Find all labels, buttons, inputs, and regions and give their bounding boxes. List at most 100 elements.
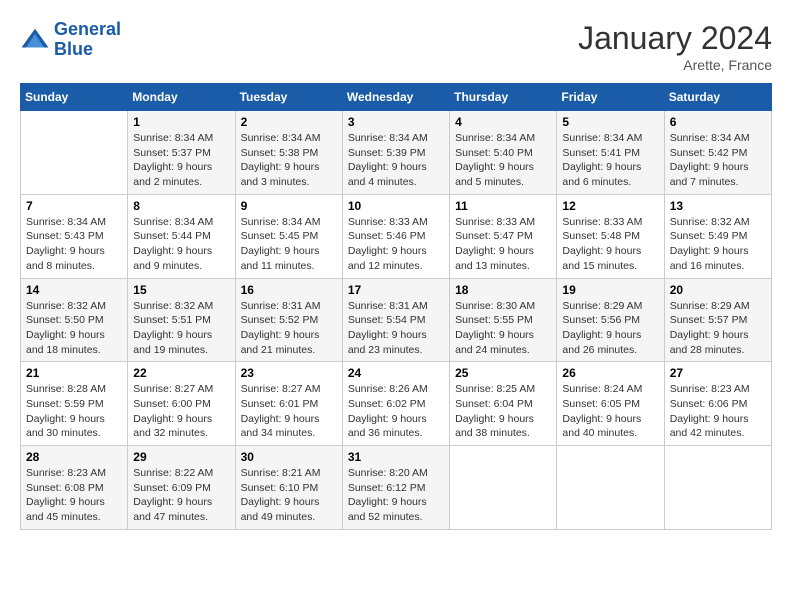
title-block: January 2024 Arette, France	[578, 20, 772, 73]
day-number: 5	[562, 115, 658, 129]
month-title: January 2024	[578, 20, 772, 57]
day-cell: 25 Sunrise: 8:25 AMSunset: 6:04 PMDayligh…	[450, 362, 557, 446]
day-info: Sunrise: 8:27 AMSunset: 6:00 PMDaylight:…	[133, 382, 229, 441]
day-cell: 23Sunrise: 8:27 AMSunset: 6:01 PMDayligh…	[235, 362, 342, 446]
day-cell: 19 Sunrise: 8:29 AMSunset: 5:56 PMDayligh…	[557, 278, 664, 362]
calendar-body: 1 Sunrise: 8:34 AMSunset: 5:37 PMDaylight…	[21, 111, 772, 530]
day-cell	[557, 446, 664, 530]
week-row-2: 7 Sunrise: 8:34 AMSunset: 5:43 PMDaylight…	[21, 194, 772, 278]
day-number: 27	[670, 366, 766, 380]
day-number: 28	[26, 450, 122, 464]
day-info: Sunrise: 8:31 AMSunset: 5:54 PMDaylight:…	[348, 299, 444, 358]
day-info: Sunrise: 8:26 AMSunset: 6:02 PMDaylight:…	[348, 382, 444, 441]
day-info: Sunrise: 8:32 AMSunset: 5:49 PMDaylight:…	[670, 215, 766, 274]
calendar-table: SundayMondayTuesdayWednesdayThursdayFrid…	[20, 83, 772, 530]
day-cell: 26 Sunrise: 8:24 AMSunset: 6:05 PMDayligh…	[557, 362, 664, 446]
day-number: 26	[562, 366, 658, 380]
logo-text: General Blue	[54, 20, 121, 60]
day-cell: 8 Sunrise: 8:34 AMSunset: 5:44 PMDaylight…	[128, 194, 235, 278]
day-number: 6	[670, 115, 766, 129]
day-cell	[21, 111, 128, 195]
day-cell: 3 Sunrise: 8:34 AMSunset: 5:39 PMDaylight…	[342, 111, 449, 195]
day-cell: 28 Sunrise: 8:23 AMSunset: 6:08 PMDayligh…	[21, 446, 128, 530]
day-number: 21	[26, 366, 122, 380]
day-info: Sunrise: 8:27 AMSunset: 6:01 PMDaylight:…	[241, 382, 337, 441]
header-cell-monday: Monday	[128, 84, 235, 111]
day-number: 4	[455, 115, 551, 129]
day-cell: 31Sunrise: 8:20 AMSunset: 6:12 PMDayligh…	[342, 446, 449, 530]
day-number: 19	[562, 283, 658, 297]
day-number: 20	[670, 283, 766, 297]
day-info: Sunrise: 8:34 AMSunset: 5:37 PMDaylight:…	[133, 131, 229, 190]
day-number: 15	[133, 283, 229, 297]
day-cell: 30 Sunrise: 8:21 AMSunset: 6:10 PMDayligh…	[235, 446, 342, 530]
day-info: Sunrise: 8:34 AMSunset: 5:41 PMDaylight:…	[562, 131, 658, 190]
day-number: 9	[241, 199, 337, 213]
day-info: Sunrise: 8:33 AMSunset: 5:47 PMDaylight:…	[455, 215, 551, 274]
day-info: Sunrise: 8:31 AMSunset: 5:52 PMDaylight:…	[241, 299, 337, 358]
header-cell-thursday: Thursday	[450, 84, 557, 111]
day-number: 1	[133, 115, 229, 129]
header-cell-friday: Friday	[557, 84, 664, 111]
day-info: Sunrise: 8:34 AMSunset: 5:39 PMDaylight:…	[348, 131, 444, 190]
day-cell: 10 Sunrise: 8:33 AMSunset: 5:46 PMDayligh…	[342, 194, 449, 278]
day-info: Sunrise: 8:25 AMSunset: 6:04 PMDaylight:…	[455, 382, 551, 441]
day-number: 7	[26, 199, 122, 213]
day-info: Sunrise: 8:21 AMSunset: 6:10 PMDaylight:…	[241, 466, 337, 525]
day-number: 30	[241, 450, 337, 464]
day-cell: 11 Sunrise: 8:33 AMSunset: 5:47 PMDayligh…	[450, 194, 557, 278]
day-info: Sunrise: 8:23 AMSunset: 6:06 PMDaylight:…	[670, 382, 766, 441]
day-info: Sunrise: 8:32 AMSunset: 5:50 PMDaylight:…	[26, 299, 122, 358]
day-info: Sunrise: 8:22 AMSunset: 6:09 PMDaylight:…	[133, 466, 229, 525]
day-info: Sunrise: 8:29 AMSunset: 5:57 PMDaylight:…	[670, 299, 766, 358]
day-info: Sunrise: 8:33 AMSunset: 5:48 PMDaylight:…	[562, 215, 658, 274]
day-info: Sunrise: 8:24 AMSunset: 6:05 PMDaylight:…	[562, 382, 658, 441]
day-number: 25	[455, 366, 551, 380]
day-number: 10	[348, 199, 444, 213]
day-cell: 17 Sunrise: 8:31 AMSunset: 5:54 PMDayligh…	[342, 278, 449, 362]
day-info: Sunrise: 8:28 AMSunset: 5:59 PMDaylight:…	[26, 382, 122, 441]
day-number: 8	[133, 199, 229, 213]
day-cell: 13Sunrise: 8:32 AMSunset: 5:49 PMDayligh…	[664, 194, 771, 278]
day-number: 24	[348, 366, 444, 380]
day-info: Sunrise: 8:34 AMSunset: 5:38 PMDaylight:…	[241, 131, 337, 190]
day-info: Sunrise: 8:30 AMSunset: 5:55 PMDaylight:…	[455, 299, 551, 358]
header-cell-wednesday: Wednesday	[342, 84, 449, 111]
day-info: Sunrise: 8:32 AMSunset: 5:51 PMDaylight:…	[133, 299, 229, 358]
day-number: 18	[455, 283, 551, 297]
day-cell: 6 Sunrise: 8:34 AMSunset: 5:42 PMDaylight…	[664, 111, 771, 195]
week-row-4: 21 Sunrise: 8:28 AMSunset: 5:59 PMDayligh…	[21, 362, 772, 446]
week-row-5: 28 Sunrise: 8:23 AMSunset: 6:08 PMDayligh…	[21, 446, 772, 530]
day-number: 14	[26, 283, 122, 297]
day-info: Sunrise: 8:34 AMSunset: 5:43 PMDaylight:…	[26, 215, 122, 274]
day-cell: 14 Sunrise: 8:32 AMSunset: 5:50 PMDayligh…	[21, 278, 128, 362]
day-cell: 22Sunrise: 8:27 AMSunset: 6:00 PMDayligh…	[128, 362, 235, 446]
logo-line1: General	[54, 19, 121, 39]
logo-icon	[20, 25, 50, 55]
day-cell: 21 Sunrise: 8:28 AMSunset: 5:59 PMDayligh…	[21, 362, 128, 446]
day-cell: 1 Sunrise: 8:34 AMSunset: 5:37 PMDaylight…	[128, 111, 235, 195]
logo: General Blue	[20, 20, 121, 60]
day-number: 3	[348, 115, 444, 129]
day-info: Sunrise: 8:34 AMSunset: 5:45 PMDaylight:…	[241, 215, 337, 274]
day-number: 11	[455, 199, 551, 213]
day-info: Sunrise: 8:34 AMSunset: 5:44 PMDaylight:…	[133, 215, 229, 274]
calendar-header: SundayMondayTuesdayWednesdayThursdayFrid…	[21, 84, 772, 111]
day-info: Sunrise: 8:33 AMSunset: 5:46 PMDaylight:…	[348, 215, 444, 274]
day-cell: 7 Sunrise: 8:34 AMSunset: 5:43 PMDaylight…	[21, 194, 128, 278]
day-cell	[450, 446, 557, 530]
day-info: Sunrise: 8:23 AMSunset: 6:08 PMDaylight:…	[26, 466, 122, 525]
day-info: Sunrise: 8:29 AMSunset: 5:56 PMDaylight:…	[562, 299, 658, 358]
header-cell-sunday: Sunday	[21, 84, 128, 111]
day-number: 16	[241, 283, 337, 297]
day-cell: 20 Sunrise: 8:29 AMSunset: 5:57 PMDayligh…	[664, 278, 771, 362]
day-number: 17	[348, 283, 444, 297]
day-cell: 27 Sunrise: 8:23 AMSunset: 6:06 PMDayligh…	[664, 362, 771, 446]
header-cell-saturday: Saturday	[664, 84, 771, 111]
day-info: Sunrise: 8:34 AMSunset: 5:42 PMDaylight:…	[670, 131, 766, 190]
page-header: General Blue January 2024 Arette, France	[20, 20, 772, 73]
logo-line2: Blue	[54, 39, 93, 59]
day-cell: 15 Sunrise: 8:32 AMSunset: 5:51 PMDayligh…	[128, 278, 235, 362]
day-number: 31	[348, 450, 444, 464]
day-cell: 24 Sunrise: 8:26 AMSunset: 6:02 PMDayligh…	[342, 362, 449, 446]
